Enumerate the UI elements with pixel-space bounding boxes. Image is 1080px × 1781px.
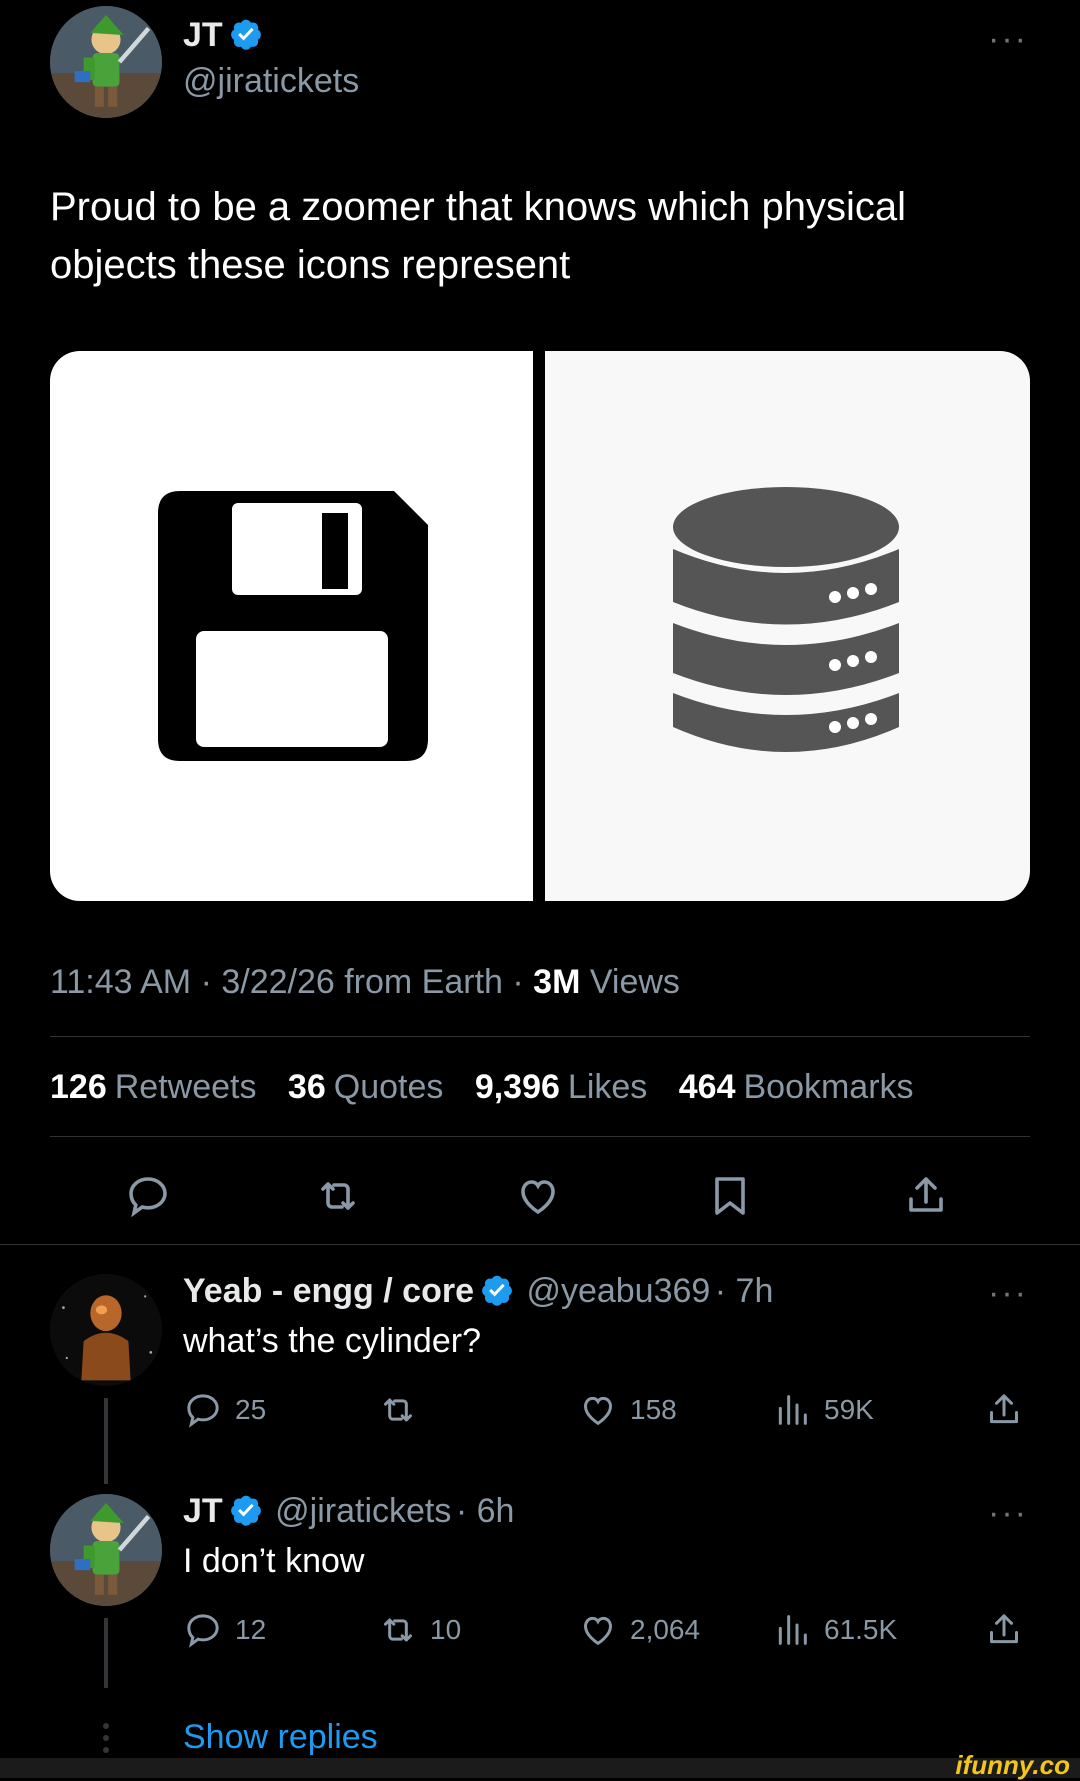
views-button[interactable]: 59K: [772, 1390, 874, 1430]
show-replies-link[interactable]: Show replies: [183, 1718, 378, 1757]
reply-icon: [187, 1394, 219, 1428]
thread-line: [104, 1398, 108, 1484]
tweet-timestamp: 11:43 AM · 3/22/26 from Earth · 3M Views: [50, 963, 680, 1002]
tweet-text: Proud to be a zoomer that knows which ph…: [50, 185, 906, 287]
avatar-character-icon: [50, 1494, 162, 1606]
share-button[interactable]: [984, 1390, 1024, 1430]
watermark-logo: ifunny.co: [955, 1750, 1070, 1780]
tweet-time[interactable]: 11:43 AM · 3/22/26 from Earth ·: [50, 963, 533, 1001]
thread-line: [104, 1618, 108, 1688]
watermark-bar: [0, 1758, 1080, 1778]
reply-author-handle[interactable]: @jiratickets: [275, 1492, 451, 1530]
thread-dots-icon: [103, 1723, 109, 1753]
media-right-panel[interactable]: [545, 351, 1030, 901]
author-handle[interactable]: @jiratickets: [183, 62, 359, 101]
retweet-icon: [384, 1398, 412, 1422]
retweet-icon: [321, 1182, 355, 1210]
views-count: 3M: [533, 963, 581, 1001]
tweet-media[interactable]: [50, 351, 1030, 901]
share-icon: [909, 1177, 943, 1212]
reply-text: I don’t know: [183, 1542, 365, 1580]
reply-time[interactable]: · 7h: [715, 1272, 774, 1310]
reply-count: 25: [235, 1394, 267, 1425]
retweet-button[interactable]: [378, 1390, 430, 1430]
analytics-icon: [778, 1615, 807, 1645]
like-button[interactable]: 2,064: [578, 1610, 700, 1650]
divider: [0, 1244, 1080, 1245]
reply-button[interactable]: [124, 1172, 172, 1220]
tweet-stats: 126 Retweets 36 Quotes 9,396 Likes 464 Bookm…: [50, 1068, 936, 1107]
reply-author-name[interactable]: Yeab - engg / core: [183, 1272, 474, 1310]
more-options-icon[interactable]: ···: [988, 1494, 1028, 1533]
like-count: 2,064: [630, 1614, 701, 1645]
heart-icon: [583, 1616, 613, 1646]
heart-icon: [583, 1396, 613, 1426]
reply-button[interactable]: 12: [183, 1610, 266, 1650]
share-button[interactable]: [984, 1610, 1024, 1650]
reply-header: JT @jiratickets · 6h: [183, 1492, 514, 1531]
like-count: 158: [630, 1394, 677, 1425]
verified-badge-icon: [482, 1275, 512, 1306]
retweet-button[interactable]: 10: [378, 1610, 461, 1650]
reply-count: 12: [235, 1614, 267, 1645]
bookmark-button[interactable]: [706, 1172, 754, 1220]
view-count: 61.5K: [824, 1614, 898, 1645]
author-line: JT: [183, 16, 263, 55]
bookmark-icon: [715, 1177, 745, 1215]
reply-author-name[interactable]: JT: [183, 1492, 223, 1530]
reply-icon: [187, 1614, 219, 1648]
divider: [50, 1036, 1030, 1037]
reply-avatar[interactable]: [50, 1494, 162, 1606]
like-button[interactable]: 158: [578, 1390, 677, 1430]
reply-button[interactable]: 25: [183, 1390, 266, 1430]
reply-time[interactable]: · 6h: [456, 1492, 515, 1530]
reply-avatar[interactable]: [50, 1274, 162, 1386]
heart-icon: [521, 1180, 555, 1215]
share-button[interactable]: [902, 1172, 950, 1220]
reply-author-handle[interactable]: @yeabu369: [526, 1272, 710, 1310]
retweet-icon: [384, 1618, 412, 1642]
author-name[interactable]: JT: [183, 16, 223, 54]
quotes-stat[interactable]: 36 Quotes: [288, 1068, 443, 1106]
avatar-figure-icon: [50, 1274, 162, 1386]
retweet-button[interactable]: [314, 1172, 362, 1220]
more-options-icon[interactable]: ···: [988, 1274, 1028, 1313]
reply-icon: [129, 1177, 167, 1218]
avatar-character-icon: [50, 6, 162, 118]
divider: [50, 1136, 1030, 1137]
like-button[interactable]: [514, 1172, 562, 1220]
verified-badge-icon: [230, 1495, 261, 1526]
bookmarks-stat[interactable]: 464 Bookmarks: [679, 1068, 914, 1106]
analytics-icon: [778, 1395, 807, 1425]
likes-stat[interactable]: 9,396 Likes: [475, 1068, 647, 1106]
share-icon: [990, 1394, 1018, 1424]
verified-badge-icon: [230, 19, 261, 50]
floppy-disk-icon: [158, 491, 428, 761]
views-label: Views: [580, 963, 680, 1001]
views-button[interactable]: 61.5K: [772, 1610, 897, 1650]
reply-header: Yeab - engg / core @yeabu369 · 7h: [183, 1272, 773, 1311]
share-icon: [990, 1614, 1018, 1644]
reply-text: what’s the cylinder?: [183, 1322, 481, 1360]
more-options-icon[interactable]: ···: [988, 20, 1028, 59]
database-icon: [673, 487, 899, 752]
retweets-stat[interactable]: 126 Retweets: [50, 1068, 256, 1106]
view-count: 59K: [824, 1394, 874, 1425]
retweet-count: 10: [430, 1614, 462, 1645]
media-left-panel[interactable]: [50, 351, 533, 901]
author-avatar[interactable]: [50, 6, 162, 118]
